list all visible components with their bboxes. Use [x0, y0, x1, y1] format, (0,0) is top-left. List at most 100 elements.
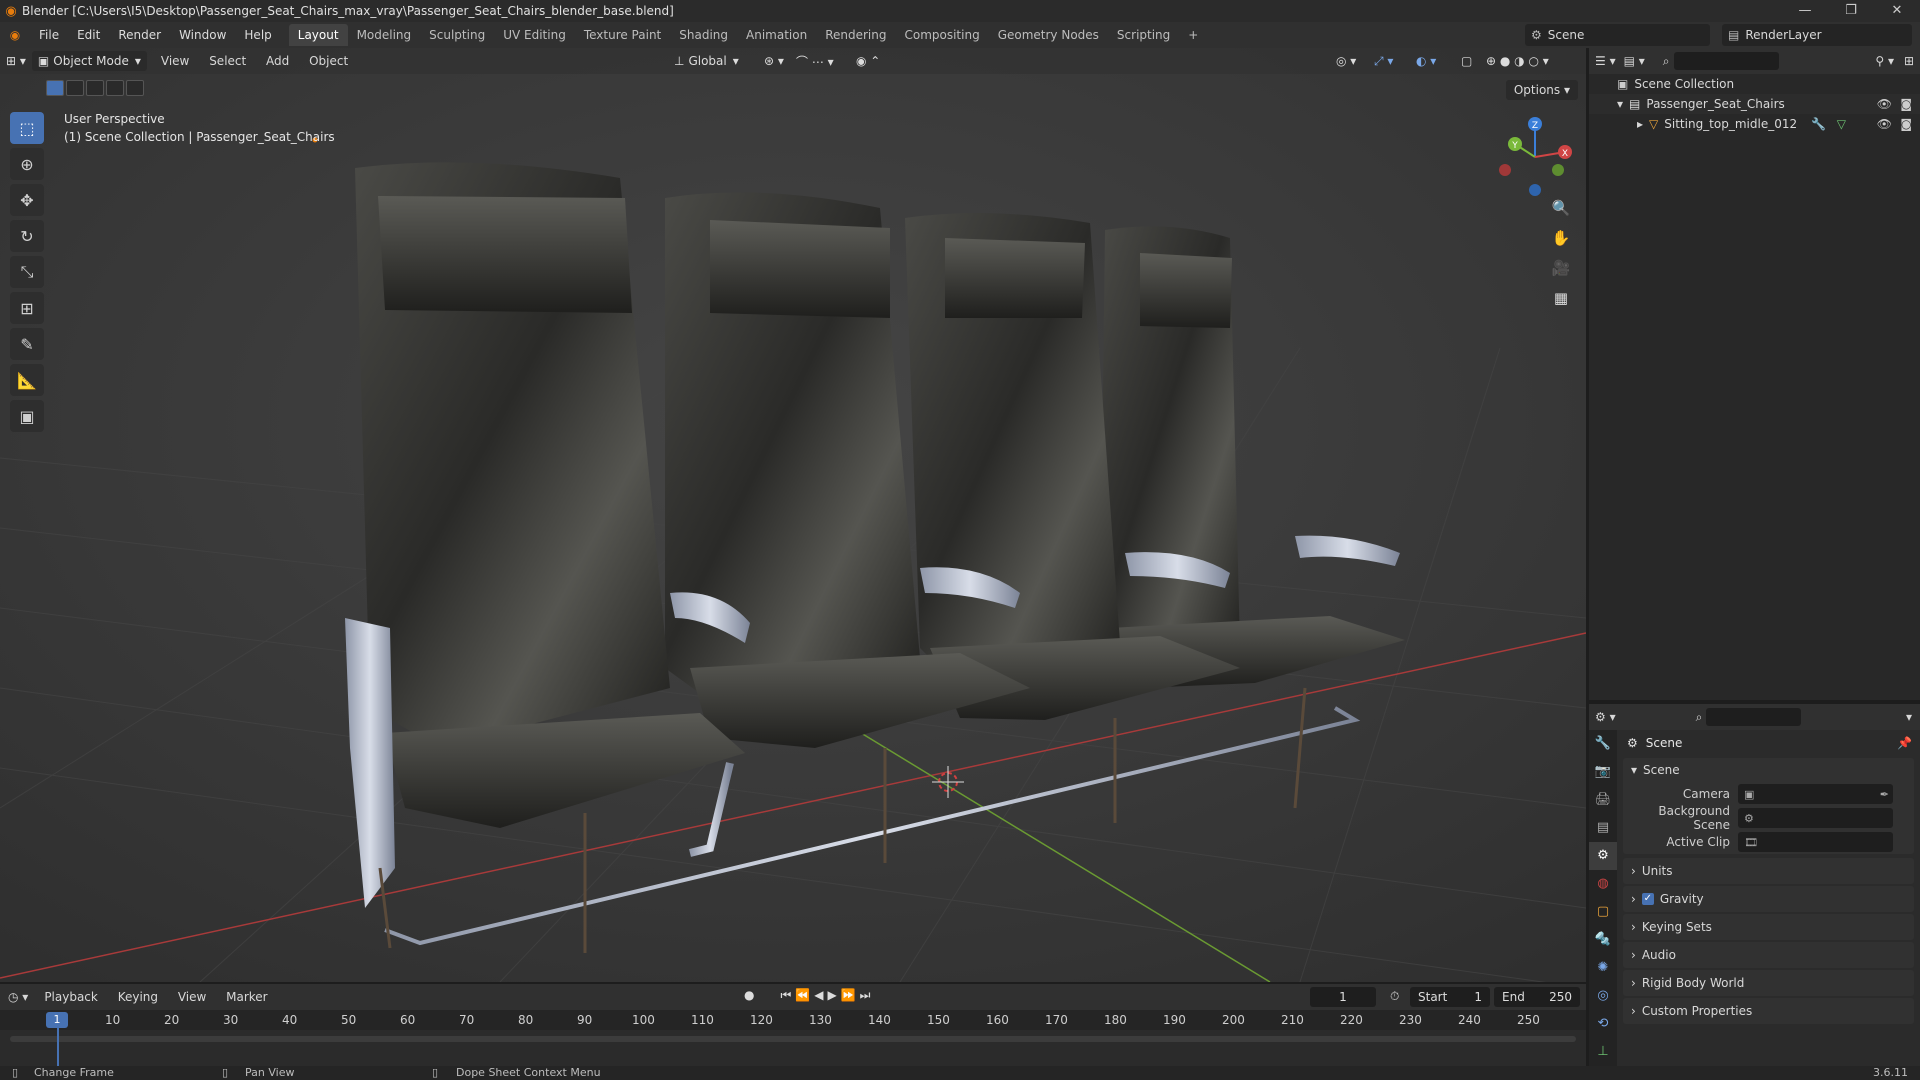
- tab-layout[interactable]: Layout: [288, 24, 348, 46]
- view-layer-selector[interactable]: ▤ RenderLayer: [1722, 24, 1912, 46]
- tool-tab-icon[interactable]: 🔧: [1589, 730, 1617, 758]
- menu-add[interactable]: Add: [258, 54, 297, 68]
- play-icon[interactable]: ▶: [827, 988, 836, 1003]
- playhead-frame-badge[interactable]: 1: [46, 1012, 68, 1028]
- gizmo-neg-x[interactable]: [1499, 164, 1511, 176]
- move-icon[interactable]: ✥: [10, 184, 44, 216]
- select-invert-icon[interactable]: [106, 80, 124, 96]
- units-subpanel[interactable]: › Units: [1623, 858, 1914, 884]
- maximize-button[interactable]: ❐: [1828, 0, 1874, 22]
- physics-tab-icon[interactable]: ◎: [1589, 982, 1617, 1010]
- constraints-tab-icon[interactable]: ⟲: [1589, 1010, 1617, 1038]
- menu-help[interactable]: Help: [235, 28, 280, 42]
- select-subtract-icon[interactable]: [86, 80, 104, 96]
- close-button[interactable]: ✕: [1874, 0, 1920, 22]
- menu-select[interactable]: Select: [201, 54, 254, 68]
- filter-icon[interactable]: ⚲ ▾: [1875, 54, 1894, 68]
- timeline-scrollbar[interactable]: [10, 1036, 1576, 1042]
- outliner-search-input[interactable]: [1673, 52, 1779, 70]
- cursor-icon[interactable]: ⊕: [10, 148, 44, 180]
- jump-start-icon[interactable]: ⏮: [780, 988, 791, 1003]
- scene-selector[interactable]: ⚙ Scene: [1525, 24, 1710, 46]
- navigation-gizmo[interactable]: Z Y X: [1490, 112, 1580, 202]
- background-scene-field[interactable]: ⚙: [1738, 808, 1893, 828]
- select-new-icon[interactable]: [46, 80, 64, 96]
- menu-view[interactable]: View: [153, 54, 197, 68]
- render-camera-icon[interactable]: ◙: [1900, 97, 1912, 111]
- menu-marker[interactable]: Marker: [218, 990, 275, 1004]
- select-box-icon[interactable]: ⬚: [10, 112, 44, 144]
- render-tab-icon[interactable]: 📷: [1589, 758, 1617, 786]
- playhead-line[interactable]: [57, 1028, 59, 1066]
- audio-subpanel[interactable]: › Audio: [1623, 942, 1914, 968]
- menu-window[interactable]: Window: [170, 28, 235, 42]
- outliner-row-collection[interactable]: ▾ ▤ Passenger_Seat_Chairs 👁 ◙: [1589, 94, 1920, 114]
- active-clip-field[interactable]: 🎞: [1738, 832, 1893, 852]
- shading-mode-buttons[interactable]: ⊕ ● ◑ ○ ▾: [1480, 51, 1555, 71]
- tab-texture-paint[interactable]: Texture Paint: [575, 24, 670, 46]
- minimize-button[interactable]: —: [1782, 0, 1828, 22]
- pivot-point-button[interactable]: ⊛ ▾: [758, 51, 790, 71]
- menu-render[interactable]: Render: [109, 28, 170, 42]
- rigid-body-world-subpanel[interactable]: › Rigid Body World: [1623, 970, 1914, 996]
- properties-search-input[interactable]: [1706, 708, 1802, 726]
- outliner-editor-icon[interactable]: ☰ ▾: [1595, 54, 1616, 68]
- timeline-keyframe-area[interactable]: [0, 1030, 1586, 1066]
- overlay-toggle-button[interactable]: ◐ ▾: [1410, 51, 1442, 71]
- camera-field[interactable]: ▣ ✒: [1738, 784, 1893, 804]
- data-tab-icon[interactable]: ⊥: [1589, 1038, 1617, 1066]
- add-workspace-button[interactable]: +: [1179, 24, 1207, 46]
- annotate-icon[interactable]: ✎: [10, 328, 44, 360]
- view-layer-tab-icon[interactable]: ▤: [1589, 814, 1617, 842]
- menu-keying[interactable]: Keying: [110, 990, 166, 1004]
- measure-icon[interactable]: 📐: [10, 364, 44, 396]
- frame-ruler[interactable]: 10 20 30 40 50 60 70 80 90 100 110 120 1…: [0, 1010, 1586, 1030]
- gizmo-neg-y[interactable]: [1552, 164, 1564, 176]
- transform-icon[interactable]: ⊞: [10, 292, 44, 324]
- viewport-scene[interactable]: [0, 48, 1586, 982]
- tab-geometry-nodes[interactable]: Geometry Nodes: [989, 24, 1108, 46]
- scene-tab-icon[interactable]: ⚙: [1589, 842, 1617, 870]
- tab-compositing[interactable]: Compositing: [895, 24, 988, 46]
- play-reverse-icon[interactable]: ◀: [814, 988, 823, 1003]
- transform-orientation-selector[interactable]: ⊥ Global ▾: [668, 51, 745, 71]
- gizmo-toggle-button[interactable]: ⤢ ▾: [1368, 51, 1399, 71]
- eyedropper-icon[interactable]: ✒: [1880, 788, 1889, 801]
- menu-file[interactable]: File: [30, 28, 68, 42]
- add-cube-icon[interactable]: ▣: [10, 400, 44, 432]
- menu-edit[interactable]: Edit: [68, 28, 109, 42]
- zoom-icon[interactable]: 🔍: [1547, 194, 1575, 222]
- current-frame-field[interactable]: 1: [1310, 987, 1376, 1007]
- next-keyframe-icon[interactable]: ⏩: [841, 988, 856, 1003]
- visibility-button[interactable]: ◎ ▾: [1330, 51, 1362, 71]
- end-frame-field[interactable]: End 250: [1494, 987, 1580, 1007]
- gizmo-neg-z[interactable]: [1529, 184, 1541, 196]
- pin-icon[interactable]: 📌: [1897, 736, 1912, 750]
- custom-properties-subpanel[interactable]: › Custom Properties: [1623, 998, 1914, 1024]
- render-camera-icon[interactable]: ◙: [1900, 117, 1912, 131]
- menu-object[interactable]: Object: [301, 54, 356, 68]
- modifier-tab-icon[interactable]: 🔩: [1589, 926, 1617, 954]
- mesh-data-icon[interactable]: ▽: [1837, 117, 1846, 131]
- menu-playback[interactable]: Playback: [36, 990, 106, 1004]
- grid-projection-icon[interactable]: ▦: [1547, 284, 1575, 312]
- tab-uv-editing[interactable]: UV Editing: [494, 24, 575, 46]
- scene-panel-header[interactable]: ▾ Scene: [1623, 758, 1914, 782]
- camera-view-icon[interactable]: 🎥: [1547, 254, 1575, 282]
- outliner-row-object[interactable]: ▸ ▽ Sitting_top_midle_012 🔧 ▽ 👁 ◙: [1589, 114, 1920, 134]
- proportional-edit-button[interactable]: ◉ ⌃: [850, 51, 886, 71]
- keying-sets-subpanel[interactable]: › Keying Sets: [1623, 914, 1914, 940]
- display-mode-icon[interactable]: ▤ ▾: [1624, 54, 1645, 68]
- options-button[interactable]: Options ▾: [1505, 80, 1578, 100]
- modifier-wrench-icon[interactable]: 🔧: [1811, 117, 1826, 131]
- scale-icon[interactable]: ⤡: [10, 256, 44, 288]
- select-intersect-icon[interactable]: [126, 80, 144, 96]
- options-chevron-icon[interactable]: ▾: [1906, 710, 1912, 724]
- tab-shading[interactable]: Shading: [670, 24, 737, 46]
- blender-menu-icon[interactable]: ◉: [0, 28, 30, 42]
- properties-editor-icon[interactable]: ⚙ ▾: [1595, 710, 1616, 724]
- outliner-row-scene-collection[interactable]: ▣ Scene Collection: [1589, 74, 1920, 94]
- snap-toggle-button[interactable]: ⌒ ⋯ ▾: [790, 51, 840, 71]
- editor-type-button[interactable]: ⊞ ▾: [0, 51, 32, 71]
- chevron-down-icon[interactable]: ▾: [1617, 97, 1623, 111]
